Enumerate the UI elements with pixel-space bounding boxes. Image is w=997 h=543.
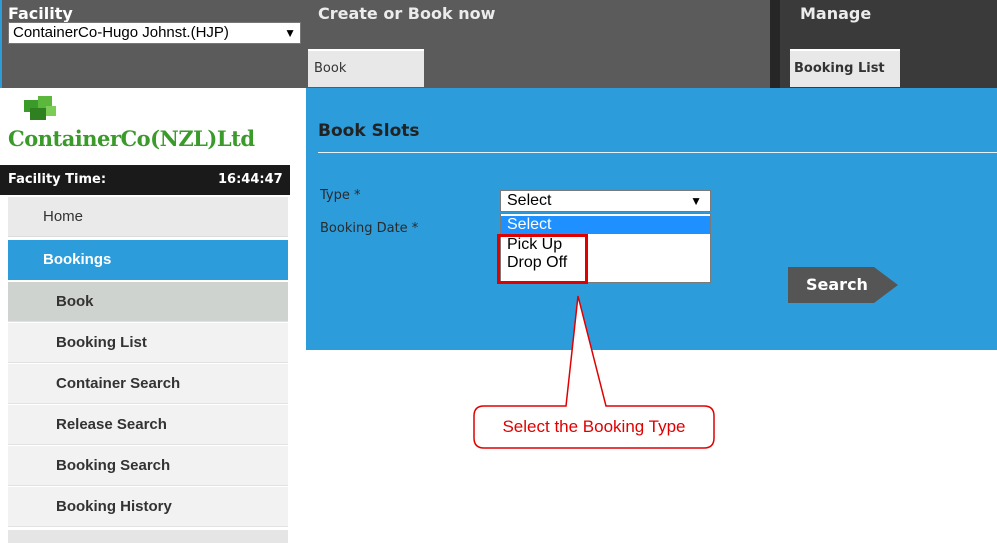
top-bar-accent xyxy=(0,0,2,88)
facility-time-label: Facility Time: xyxy=(8,172,107,187)
sidebar-item-home[interactable]: Home xyxy=(8,197,288,237)
container-logo-icon xyxy=(24,96,56,120)
type-label: Type * xyxy=(320,188,361,203)
facility-label: Facility xyxy=(8,4,73,23)
sidebar-item-booking-list[interactable]: Booking List xyxy=(8,323,288,363)
dropdown-option-select[interactable]: Select xyxy=(501,216,710,234)
sidebar-item-release-search[interactable]: Release Search xyxy=(8,405,288,445)
sidebar-item-container-search[interactable]: Container Search xyxy=(8,364,288,404)
annotation-callout-text: Select the Booking Type xyxy=(502,417,686,436)
sidebar-item-bookings[interactable]: Bookings xyxy=(8,240,288,280)
annotation-highlight-box xyxy=(497,234,588,284)
title-divider xyxy=(318,152,997,153)
tab-book[interactable]: Book xyxy=(308,49,424,87)
sidebar-footer xyxy=(8,530,288,543)
sidebar-item-book[interactable]: Book xyxy=(8,282,288,322)
search-button[interactable]: Search xyxy=(788,267,874,303)
chevron-down-icon: ▼ xyxy=(690,194,702,208)
facility-select[interactable]: ContainerCo-Hugo Johnst.(HJP) ▼ xyxy=(8,22,301,44)
manage-label: Manage xyxy=(800,4,872,23)
header-divider xyxy=(770,0,780,88)
search-button-arrow[interactable] xyxy=(874,267,898,303)
type-select-value: Select xyxy=(507,192,552,209)
booking-date-label: Booking Date * xyxy=(320,221,419,236)
page-title: Book Slots xyxy=(318,121,420,141)
type-select[interactable]: Select ▼ xyxy=(500,190,711,212)
chevron-down-icon: ▼ xyxy=(284,26,296,40)
facility-select-value: ContainerCo-Hugo Johnst.(HJP) xyxy=(13,24,229,41)
facility-time-value: 16:44:47 xyxy=(218,172,283,187)
sidebar-item-booking-history[interactable]: Booking History xyxy=(8,487,288,527)
company-logo-text: ContainerCo(NZL)Ltd xyxy=(8,126,255,151)
create-or-book-label: Create or Book now xyxy=(318,4,496,23)
sidebar-item-booking-search[interactable]: Booking Search xyxy=(8,446,288,486)
tab-booking-list[interactable]: Booking List xyxy=(790,49,900,87)
